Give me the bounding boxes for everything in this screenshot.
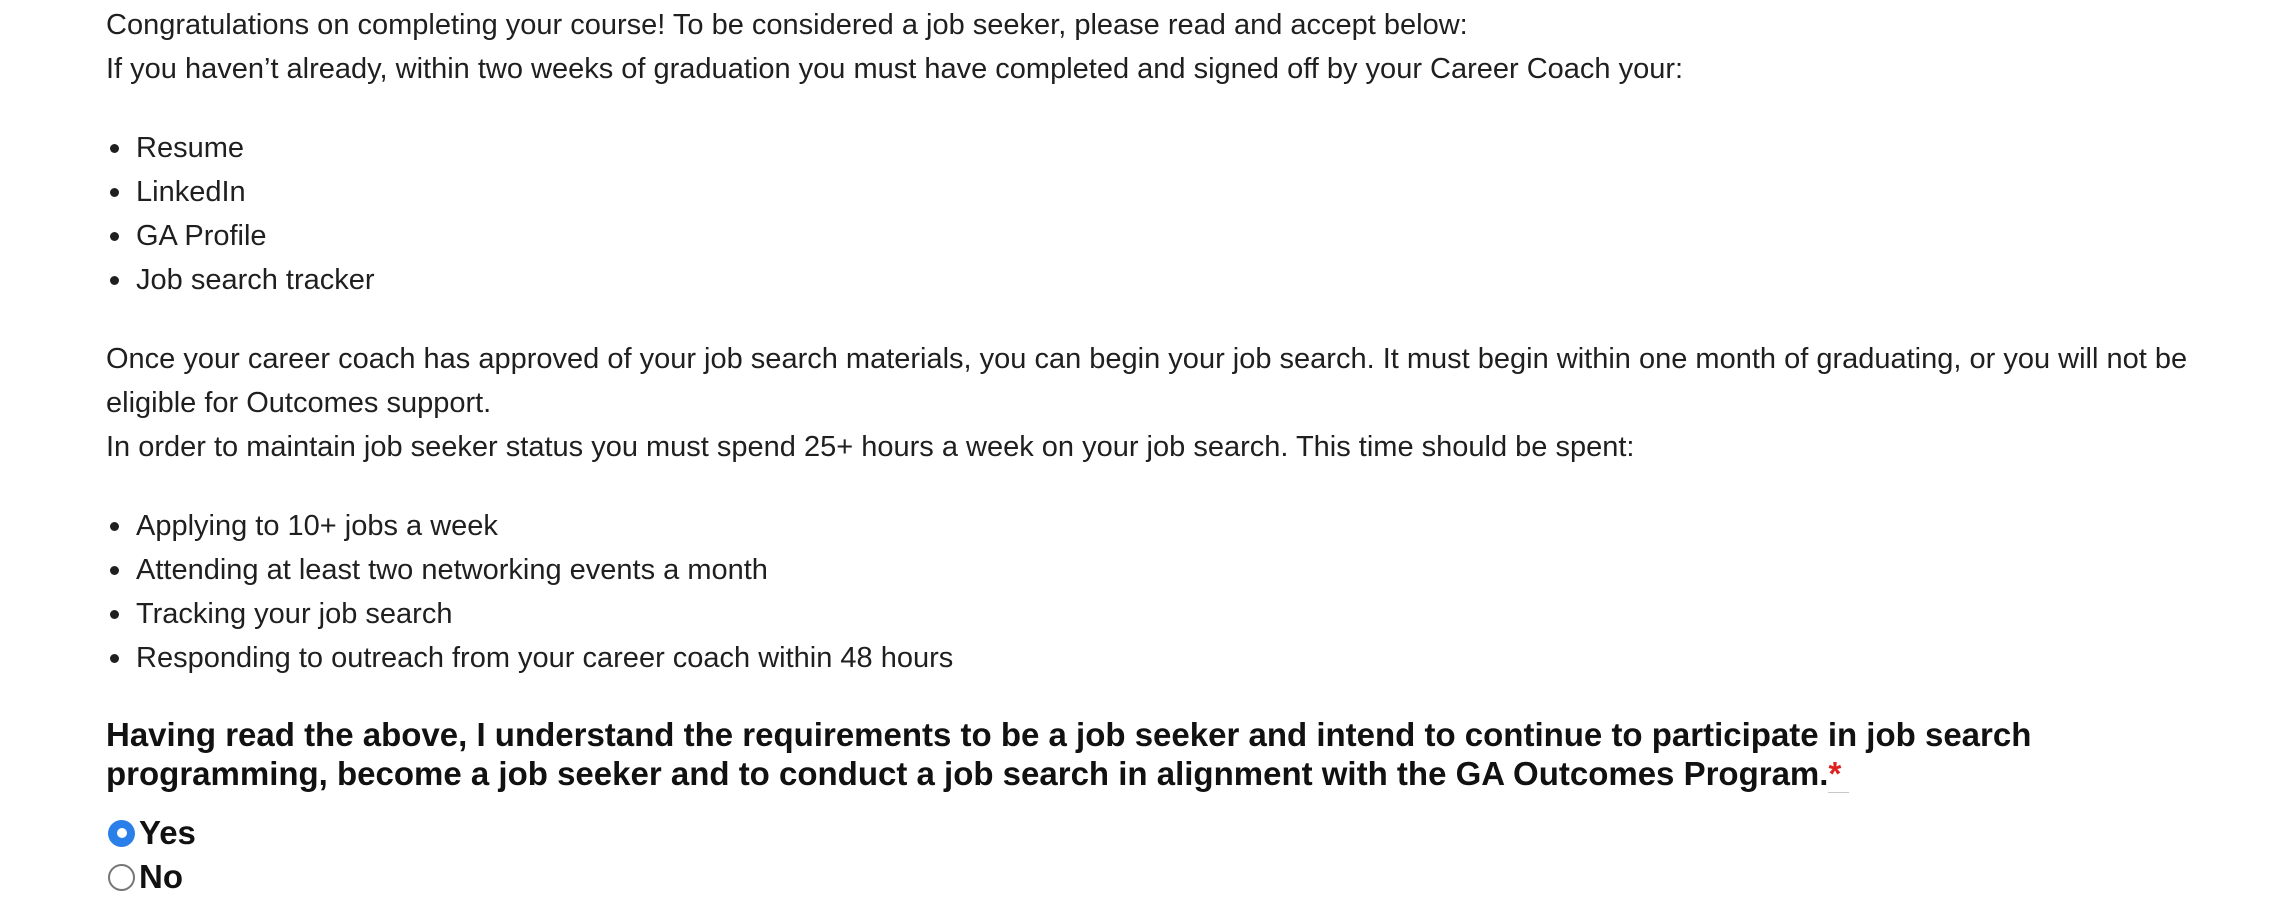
- list-item: Job search tracker: [110, 258, 2206, 302]
- no-label[interactable]: No: [139, 858, 183, 896]
- job-seeker-status-line: In order to maintain job seeker status y…: [106, 431, 1635, 463]
- list-item: Tracking your job search: [110, 592, 2206, 636]
- list-item: LinkedIn: [110, 170, 2206, 214]
- agreement-question: Having read the above, I understand the …: [106, 715, 2206, 793]
- bullet-icon: [110, 232, 119, 241]
- job-seeker-agreement-form: Congratulations on completing your cours…: [106, 0, 2206, 899]
- activities-list: Applying to 10+ jobs a week Attending at…: [106, 504, 2206, 680]
- list-item: Applying to 10+ jobs a week: [110, 504, 2206, 548]
- agreement-radio-group: Yes No: [106, 811, 2206, 899]
- list-item: Resume: [110, 126, 2206, 170]
- yes-radio-button[interactable]: [108, 819, 135, 847]
- question-text: Having read the above, I understand the …: [106, 716, 2032, 792]
- bullet-icon: [110, 566, 119, 575]
- yes-label[interactable]: Yes: [139, 814, 196, 852]
- no-radio-button[interactable]: [108, 863, 135, 891]
- list-item: Attending at least two networking events…: [110, 548, 2206, 592]
- intro-requirements: If you haven’t already, within two weeks…: [106, 53, 1684, 85]
- bullet-icon: [110, 144, 119, 153]
- list-item: GA Profile: [110, 214, 2206, 258]
- bullet-icon: [110, 276, 119, 285]
- list-item: Responding to outreach from your career …: [110, 636, 2206, 680]
- job-search-paragraph: Once your career coach has approved of y…: [106, 343, 2188, 419]
- materials-list: Resume LinkedIn GA Profile Job search tr…: [106, 126, 2206, 302]
- bullet-icon: [110, 188, 119, 197]
- bullet-icon: [110, 522, 119, 531]
- required-asterisk: *: [1828, 755, 1850, 793]
- option-yes[interactable]: Yes: [106, 811, 2206, 855]
- intro-congratulations: Congratulations on completing your cours…: [106, 9, 1468, 41]
- option-no[interactable]: No: [106, 855, 2206, 899]
- bullet-icon: [110, 610, 119, 619]
- bullet-icon: [110, 654, 119, 663]
